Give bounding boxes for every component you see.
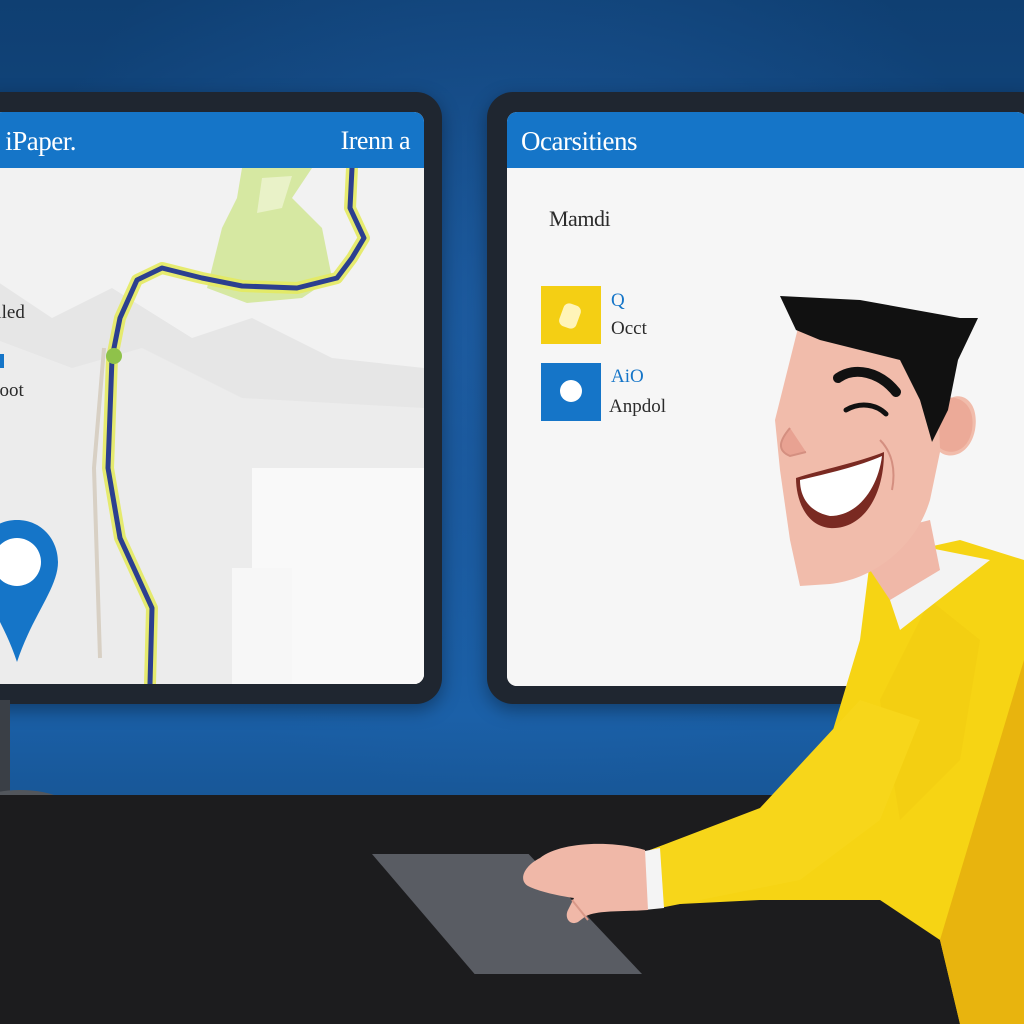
person-illustration [523,296,1024,1024]
